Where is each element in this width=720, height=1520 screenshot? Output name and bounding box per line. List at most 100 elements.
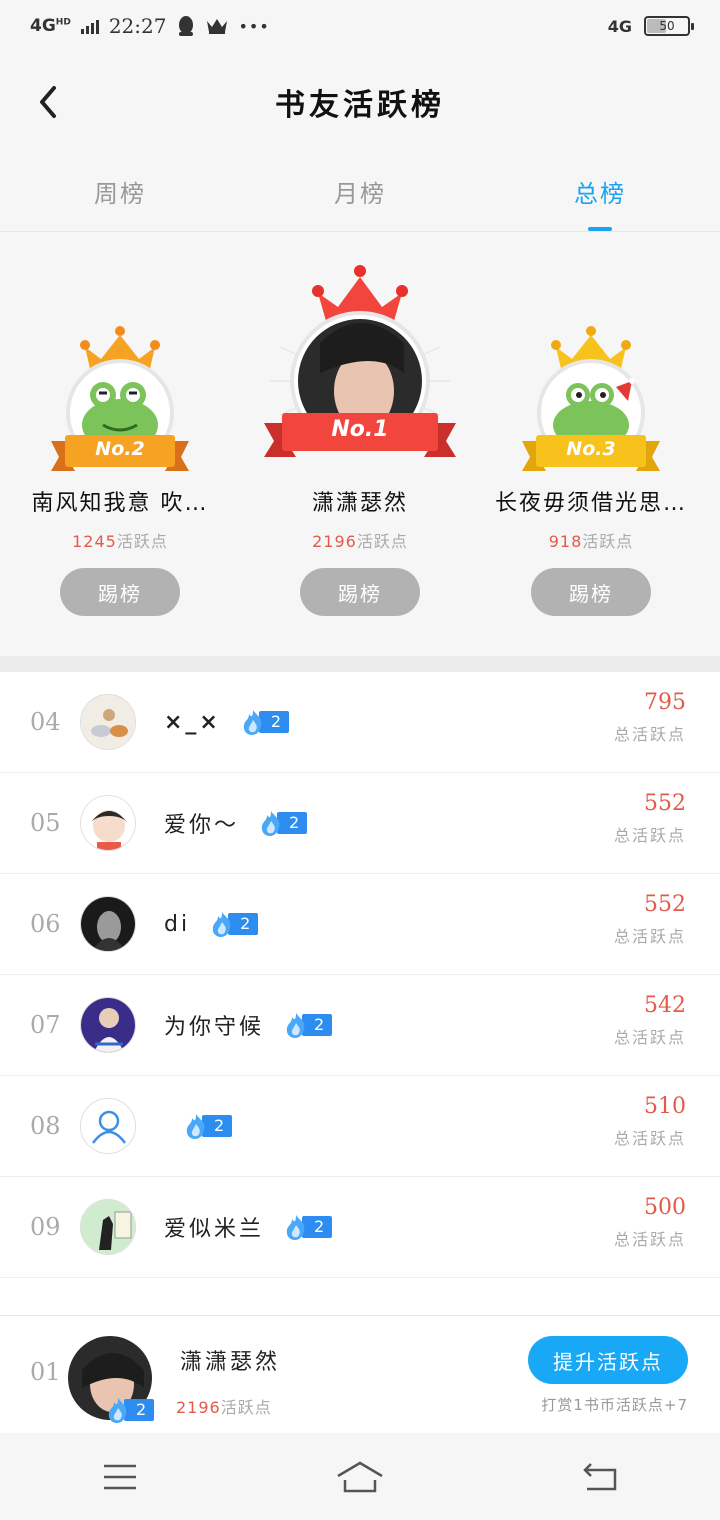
flame-icon (286, 1215, 305, 1240)
kick-button-first[interactable]: 踢榜 (300, 568, 420, 616)
flame-icon (108, 1398, 127, 1423)
network-indicator-right: 4G (607, 16, 632, 36)
podium-third-avatar[interactable]: No.3 (516, 307, 666, 487)
points-label: 总活跃点 (613, 1230, 686, 1249)
flame-icon (186, 1114, 205, 1139)
back-nav-button[interactable] (570, 1452, 630, 1502)
chevron-left-icon (40, 86, 56, 118)
more-notifications-icon: ••• (238, 16, 270, 36)
avatar[interactable] (80, 997, 136, 1053)
level-badge: 2 (239, 710, 290, 735)
menu-icon (104, 1464, 136, 1489)
my-user-name: 潇潇瑟然 (180, 1350, 281, 1375)
table-row-partial[interactable] (0, 1278, 720, 1315)
points-value: 510 (644, 1094, 686, 1119)
points-label: 总活跃点 (613, 1129, 686, 1148)
return-icon (583, 1462, 617, 1490)
qq-icon (179, 16, 194, 36)
points-block: 542 总活跃点 (614, 993, 686, 1048)
points-value: 552 (644, 892, 686, 917)
rank-label-1: No.1 (331, 417, 389, 442)
menu-button[interactable] (90, 1452, 150, 1502)
rank-number: 07 (30, 1011, 61, 1039)
reward-tip: 打赏1书币活跃点+7 (541, 1396, 688, 1414)
table-row[interactable]: 09 爱似米兰 2 500 总活跃点 (0, 1177, 720, 1278)
signal-icon (80, 18, 99, 34)
boost-activity-button[interactable]: 提升活跃点 (528, 1336, 688, 1384)
user-name: 为你守候 (164, 1015, 265, 1040)
points-block: 500 总活跃点 (614, 1195, 686, 1250)
table-row[interactable]: 05 爱你～ 2 552 总活跃点 (0, 773, 720, 874)
system-nav-bar (0, 1433, 720, 1520)
back-button[interactable] (28, 80, 68, 124)
points-label: 总活跃点 (613, 826, 686, 845)
tab-total[interactable]: 总榜 (480, 152, 720, 231)
user-name: 爱你～ (164, 813, 240, 838)
flame-icon (286, 1013, 305, 1038)
podium: No.2 南风知我意 吹… 1245活跃点 踢榜 No.1 潇潇瑟然 2196活… (0, 233, 720, 656)
podium-second-avatar[interactable]: No.2 (45, 307, 195, 487)
points-block: 552 总活跃点 (614, 791, 686, 846)
avatar[interactable] (80, 795, 136, 851)
user-name: di (164, 911, 191, 937)
user-name: ×_× (164, 709, 221, 735)
rank-number: 09 (30, 1213, 61, 1241)
podium-first: No.1 潇潇瑟然 2196活跃点 踢榜 (250, 233, 470, 633)
podium-third-name: 长夜毋须借光思… (494, 491, 687, 516)
rank-number: 05 (30, 809, 61, 837)
home-button[interactable] (330, 1452, 390, 1502)
table-row[interactable]: 08 2 510 总活跃点 (0, 1076, 720, 1177)
level-badge: 2 (282, 1013, 333, 1038)
my-rank-number: 01 (30, 1358, 61, 1386)
my-rank-bar: 01 2 潇潇瑟然 2196活跃点 提升活跃点 打赏1书币活跃点+7 (0, 1315, 720, 1433)
podium-second-name: 南风知我意 吹… (31, 491, 209, 516)
level-badge: 2 (208, 912, 259, 937)
level-badge: 2 (257, 811, 308, 836)
avatar[interactable] (80, 896, 136, 952)
flame-icon (261, 811, 280, 836)
user-name: 爱似米兰 (164, 1217, 265, 1242)
header: 书友活跃榜 (0, 52, 720, 152)
rank-label-3: No.3 (566, 438, 616, 460)
avatar[interactable] (80, 1199, 136, 1255)
section-divider (0, 656, 720, 672)
rank-number: 06 (30, 910, 61, 938)
points-value: 500 (644, 1195, 686, 1220)
podium-third: No.3 长夜毋须借光思… 918活跃点 踢榜 (480, 233, 702, 633)
podium-first-avatar[interactable]: No.1 (260, 263, 460, 493)
kick-button-third[interactable]: 踢榜 (531, 568, 651, 616)
points-label: 总活跃点 (613, 725, 686, 744)
points-value: 542 (644, 993, 686, 1018)
avatar[interactable] (80, 694, 136, 750)
tab-weekly[interactable]: 周榜 (0, 152, 240, 231)
kick-button-second[interactable]: 踢榜 (60, 568, 180, 616)
level-badge: 2 (282, 1215, 333, 1240)
my-level-badge: 2 (104, 1398, 155, 1423)
level-badge: 2 (182, 1114, 233, 1139)
flame-icon (243, 710, 262, 735)
points-block: 510 总活跃点 (614, 1094, 686, 1149)
table-row[interactable]: 04 ×_× 2 795 总活跃点 (0, 672, 720, 773)
clock: 22:27 (108, 14, 167, 38)
table-row[interactable]: 06 di 2 552 总活跃点 (0, 874, 720, 975)
points-block: 795 总活跃点 (614, 690, 686, 745)
home-icon (337, 1461, 383, 1492)
ranking-list[interactable]: 04 ×_× 2 795 总活跃点 05 爱你～ 2 552 总活跃点 06 d… (0, 672, 720, 1315)
rank-number: 08 (30, 1112, 61, 1140)
points-value: 552 (644, 791, 686, 816)
network-indicator-left: 4GHD (30, 16, 71, 36)
points-block: 552 总活跃点 (614, 892, 686, 947)
flame-icon (212, 912, 231, 937)
podium-second: No.2 南风知我意 吹… 1245活跃点 踢榜 (10, 233, 230, 633)
my-score: 2196活跃点 (176, 1398, 272, 1417)
podium-third-score: 918活跃点 (548, 532, 634, 551)
tab-monthly[interactable]: 月榜 (240, 152, 480, 231)
points-value: 795 (644, 690, 686, 715)
tab-bar: 周榜 月榜 总榜 (0, 152, 720, 232)
points-label: 总活跃点 (613, 927, 686, 946)
default-avatar[interactable] (80, 1098, 136, 1154)
podium-first-name: 潇潇瑟然 (311, 491, 408, 516)
podium-second-score: 1245活跃点 (72, 532, 168, 551)
rank-label-2: No.2 (95, 438, 145, 460)
table-row[interactable]: 07 为你守候 2 542 总活跃点 (0, 975, 720, 1076)
